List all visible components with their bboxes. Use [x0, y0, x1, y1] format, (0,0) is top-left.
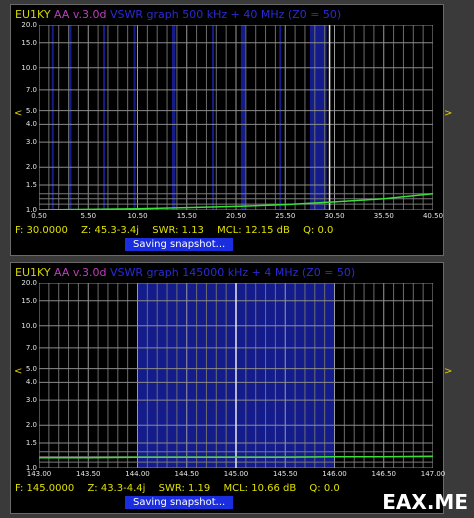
x-tick-label: 10.50	[127, 212, 148, 220]
vswr-plot	[39, 283, 433, 468]
y-tick-label: 4.0	[25, 120, 37, 129]
x-tick-label: 145.50	[273, 470, 298, 478]
y-tick-label: 7.0	[25, 85, 37, 94]
x-tick-label: 146.50	[371, 470, 397, 478]
measurement-status: F: 30.0000 Z: 45.3-3.4j SWR: 1.13 MCL: 1…	[15, 225, 343, 236]
scroll-right-arrow[interactable]: >	[444, 366, 452, 377]
scroll-left-arrow[interactable]: <	[14, 366, 22, 377]
band-highlight	[51, 25, 54, 210]
vswr-plot	[39, 25, 433, 210]
x-tick-label: 145.00	[223, 470, 249, 478]
x-tick-label: 25.50	[275, 212, 296, 220]
measurement-status: F: 145.0000 Z: 43.3-4.4j SWR: 1.19 MCL: …	[15, 483, 350, 494]
mode-title: VSWR graph 500 kHz + 40 MHz (Z0 = 50)	[110, 8, 342, 21]
y-tick-label: 7.0	[25, 343, 37, 352]
swr-readout: SWR: 1.19	[158, 483, 211, 494]
watermark-logo: EAX.ME	[382, 490, 468, 514]
firmware-version: AA v.3.0d	[54, 266, 107, 279]
y-tick-label: 15.0	[21, 38, 37, 47]
frequency-readout: F: 145.0000	[15, 483, 75, 494]
mcl-readout: MCL: 10.66 dB	[223, 483, 297, 494]
band-highlight	[212, 25, 215, 210]
band-highlight	[171, 25, 176, 210]
x-tick-label: 143.00	[26, 470, 52, 478]
y-tick-label: 10.0	[21, 321, 37, 330]
swr-readout: SWR: 1.13	[152, 225, 204, 236]
band-highlight	[103, 25, 106, 210]
y-tick-label: 20.0	[21, 21, 37, 29]
x-tick-label: 144.00	[125, 470, 150, 478]
y-tick-label: 2.0	[25, 163, 37, 172]
mode-title: VSWR graph 145000 kHz + 4 MHz (Z0 = 50)	[110, 266, 356, 279]
band-highlight	[279, 25, 282, 210]
impedance-readout: Z: 43.3-4.4j	[87, 483, 146, 494]
y-tick-label: 4.0	[25, 378, 37, 387]
x-tick-label: 20.50	[225, 212, 247, 220]
band-highlight	[240, 25, 246, 210]
mcl-readout: MCL: 12.15 dB	[217, 225, 290, 236]
impedance-readout: Z: 45.3-3.4j	[81, 225, 140, 236]
y-tick-label: 3.0	[25, 396, 37, 405]
y-tick-label: 1.5	[25, 180, 37, 189]
y-tick-label: 1.5	[25, 438, 37, 447]
x-tick-label: 0.50	[31, 212, 47, 220]
x-tick-label: 143.50	[76, 470, 101, 478]
q-readout: Q: 0.0	[303, 225, 334, 236]
y-tick-label: 15.0	[21, 296, 37, 305]
scroll-left-arrow[interactable]: <	[14, 108, 22, 119]
x-tick-label: 15.50	[176, 212, 197, 220]
device-name: EU1KY	[15, 266, 51, 279]
y-tick-label: 3.0	[25, 138, 37, 147]
screen-title: EU1KY AA v.3.0d VSWR graph 500 kHz + 40 …	[15, 8, 341, 21]
x-tick-label: 5.50	[80, 212, 97, 220]
x-tick-label: 146.00	[322, 470, 347, 478]
frequency-readout: F: 30.0000	[15, 225, 68, 236]
x-tick-label: 147.00	[420, 470, 446, 478]
y-tick-label: 10.0	[21, 63, 37, 72]
y-tick-label: 2.0	[25, 421, 37, 430]
bottom-analyzer-screen: EU1KY AA v.3.0d VSWR graph 145000 kHz + …	[10, 262, 446, 514]
x-tick-label: 35.50	[373, 212, 394, 220]
q-readout: Q: 0.0	[309, 483, 340, 494]
screen-title: EU1KY AA v.3.0d VSWR graph 145000 kHz + …	[15, 266, 355, 279]
saving-snapshot-banner: Saving snapshot...	[125, 238, 234, 251]
scroll-right-arrow[interactable]: >	[444, 108, 452, 119]
device-name: EU1KY	[15, 8, 51, 21]
x-tick-label: 40.50	[422, 212, 444, 220]
y-tick-label: 20.0	[21, 279, 37, 287]
band-highlight	[133, 25, 136, 210]
firmware-version: AA v.3.0d	[54, 8, 107, 21]
x-tick-label: 144.50	[174, 470, 200, 478]
x-tick-label: 30.50	[324, 212, 345, 220]
top-analyzer-screen: EU1KY AA v.3.0d VSWR graph 500 kHz + 40 …	[10, 4, 444, 256]
band-highlight	[309, 25, 327, 210]
saving-snapshot-banner: Saving snapshot...	[125, 496, 234, 509]
